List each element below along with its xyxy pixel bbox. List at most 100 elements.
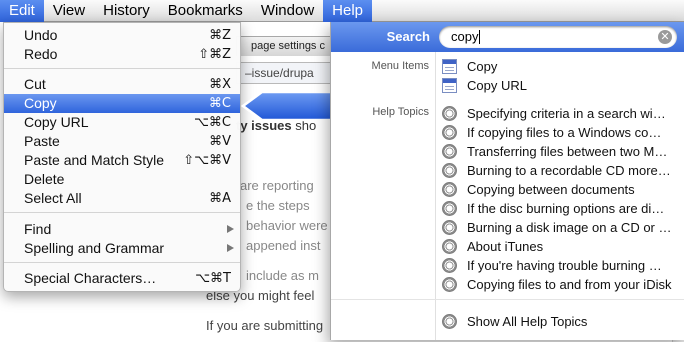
clear-search-icon[interactable]: ✕: [658, 30, 672, 44]
menu-item-copy-url[interactable]: Copy URL ⌥⌘C: [4, 113, 240, 132]
menu-item-copy[interactable]: Copy ⌘C: [4, 94, 240, 113]
result-help-topic[interactable]: Burning a disk image on a CD or …: [439, 218, 679, 237]
submenu-arrow-icon: [227, 225, 234, 233]
edit-menu-dropdown: Undo ⌘Z Redo ⇧⌘Z Cut ⌘X Copy ⌘C Copy URL…: [3, 22, 241, 292]
result-label: Burning to a recordable CD more…: [467, 163, 671, 178]
menu-window[interactable]: Window: [252, 0, 323, 22]
help-topic-icon: [442, 239, 457, 254]
search-label: Search: [386, 29, 430, 44]
menu-item-shortcut: ⇧⌘Z: [198, 47, 231, 62]
menu-item-redo[interactable]: Redo ⇧⌘Z: [4, 45, 240, 64]
help-search-bar: Search copy ✕: [331, 22, 684, 52]
result-label: Transferring files between two M…: [467, 144, 668, 159]
menu-help[interactable]: Help: [323, 0, 373, 22]
menu-item-label: Copy URL: [24, 114, 89, 130]
result-menu-item-copy[interactable]: Copy: [439, 57, 679, 76]
help-topic-icon: [442, 201, 457, 216]
menu-item-shortcut: ⌘X: [209, 77, 231, 92]
help-topic-icon: [442, 220, 457, 235]
result-help-topic[interactable]: Transferring files between two M…: [439, 142, 679, 161]
help-topic-icon: [442, 144, 457, 159]
menu-item-label: Special Characters…: [24, 270, 157, 286]
menu-bar: Edit View History Bookmarks Window Help: [0, 0, 684, 22]
result-label: Copying between documents: [467, 182, 635, 197]
menu-history[interactable]: History: [94, 0, 159, 22]
column-divider: [435, 52, 436, 340]
result-label: If the disc burning options are di…: [467, 201, 665, 216]
result-label: Copy URL: [467, 78, 527, 93]
menu-item-shortcut: ⌘V: [209, 134, 231, 149]
help-topic-icon: [442, 106, 457, 121]
menu-item-label: Spelling and Grammar: [24, 240, 165, 256]
result-label: About iTunes: [467, 239, 544, 254]
menu-item-label: Paste: [24, 133, 60, 149]
body-text-line: e the steps: [246, 198, 310, 213]
result-help-topic[interactable]: Specifying criteria in a search wi…: [439, 104, 679, 123]
menu-item-label: Redo: [24, 46, 58, 62]
help-topic-icon: [442, 125, 457, 140]
menu-item-delete[interactable]: Delete: [4, 170, 240, 189]
result-help-topic[interactable]: If the disc burning options are di…: [439, 199, 679, 218]
result-label: If copying files to a Windows co…: [467, 125, 662, 140]
body-text-line: appened inst: [246, 238, 321, 253]
body-text-line: behavior were: [246, 218, 328, 233]
result-label: Copy: [467, 59, 498, 74]
menu-view[interactable]: View: [44, 0, 94, 22]
result-menu-item-copy-url[interactable]: Copy URL: [439, 76, 679, 95]
menu-item-shortcut: ⌘A: [209, 191, 231, 206]
show-all-help-topics[interactable]: Show All Help Topics: [439, 312, 679, 331]
menu-item-shortcut: ⌘C: [208, 96, 231, 111]
results-separator: [331, 299, 684, 300]
menu-item-select-all[interactable]: Select All ⌘A: [4, 189, 240, 208]
help-search-panel: Search copy ✕ Menu Items Copy Copy URL H…: [330, 22, 684, 340]
menu-item-label: Cut: [24, 76, 46, 92]
menu-edit[interactable]: Edit: [0, 0, 44, 22]
result-label: If you're having trouble burning …: [467, 258, 662, 273]
menu-item-label: Find: [24, 221, 52, 237]
body-text-line: If you are submitting: [206, 318, 324, 333]
help-topic-icon: [442, 277, 457, 292]
menu-item-shortcut: ⌥⌘T: [195, 271, 231, 286]
text-cursor: [479, 30, 480, 44]
menu-item-label: Copy: [24, 95, 57, 111]
menu-item-cut[interactable]: Cut ⌘X: [4, 75, 240, 94]
browser-tab[interactable]: page settings c: [236, 36, 336, 56]
menu-separator: [4, 212, 240, 213]
menu-item-icon: [442, 78, 457, 93]
result-label: Copying files to and from your iDisk: [467, 277, 672, 292]
result-help-topic[interactable]: About iTunes: [439, 237, 679, 256]
result-help-topic[interactable]: Copying between documents: [439, 180, 679, 199]
result-help-topic[interactable]: If you're having trouble burning …: [439, 256, 679, 275]
menu-item-shortcut: ⌥⌘C: [193, 115, 231, 130]
menu-item-shortcut: ⇧⌥⌘V: [183, 153, 231, 168]
menu-item-special-characters[interactable]: Special Characters… ⌥⌘T: [4, 269, 240, 288]
menu-separator: [4, 68, 240, 69]
result-label: Specifying criteria in a search wi…: [467, 106, 666, 121]
result-help-topic[interactable]: If copying files to a Windows co…: [439, 123, 679, 142]
menu-separator: [4, 262, 240, 263]
menu-item-label: Select All: [24, 190, 82, 206]
section-label-menu-items: Menu Items: [371, 60, 429, 72]
menu-item-undo[interactable]: Undo ⌘Z: [4, 26, 240, 45]
help-search-input[interactable]: copy ✕: [439, 26, 677, 48]
section-label-help-topics: Help Topics: [372, 106, 429, 118]
menu-item-paste[interactable]: Paste ⌘V: [4, 132, 240, 151]
search-query-text: copy: [451, 29, 479, 44]
menu-item-label: Paste and Match Style: [24, 152, 165, 168]
result-help-topic[interactable]: Burning to a recordable CD more…: [439, 161, 679, 180]
body-text-line: include as m: [246, 268, 319, 283]
submenu-arrow-icon: [227, 244, 234, 252]
result-help-topic[interactable]: Copying files to and from your iDisk: [439, 275, 679, 294]
menu-item-paste-match-style[interactable]: Paste and Match Style ⇧⌥⌘V: [4, 151, 240, 170]
menu-item-shortcut: ⌘Z: [209, 28, 231, 43]
help-topic-icon: [442, 182, 457, 197]
result-label: Burning a disk image on a CD or …: [467, 220, 672, 235]
help-topic-icon: [442, 314, 457, 329]
menu-bookmarks[interactable]: Bookmarks: [159, 0, 252, 22]
help-topic-icon: [442, 258, 457, 273]
menu-item-spelling-grammar[interactable]: Spelling and Grammar: [4, 239, 240, 258]
menu-item-label: Delete: [24, 171, 65, 187]
menu-item-find[interactable]: Find: [4, 220, 240, 239]
help-topic-icon: [442, 163, 457, 178]
menu-item-label: Undo: [24, 27, 58, 43]
